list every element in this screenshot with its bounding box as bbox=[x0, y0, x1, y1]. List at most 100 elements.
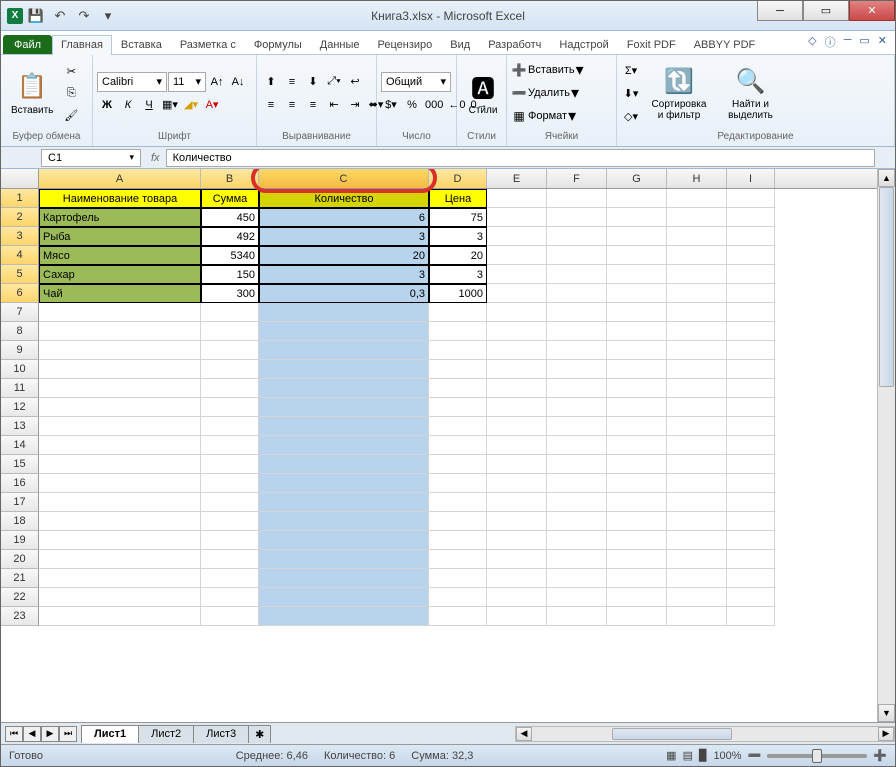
cell-B7[interactable] bbox=[201, 303, 259, 322]
row-header-9[interactable]: 9 bbox=[1, 341, 39, 360]
cell-E6[interactable] bbox=[487, 284, 547, 303]
col-header-I[interactable]: I bbox=[727, 169, 775, 188]
cell-E23[interactable] bbox=[487, 607, 547, 626]
font-color-button[interactable]: A▾ bbox=[202, 95, 222, 115]
cell-I8[interactable] bbox=[727, 322, 775, 341]
fill-color-button[interactable]: ◢▾ bbox=[181, 95, 201, 115]
cell-A9[interactable] bbox=[39, 341, 201, 360]
cell-D6[interactable]: 1000 bbox=[429, 284, 487, 303]
cell-F7[interactable] bbox=[547, 303, 607, 322]
doc-close-icon[interactable]: ✕ bbox=[878, 34, 887, 50]
cell-C23[interactable] bbox=[259, 607, 429, 626]
cell-H17[interactable] bbox=[667, 493, 727, 512]
cell-I18[interactable] bbox=[727, 512, 775, 531]
cell-B3[interactable]: 492 bbox=[201, 227, 259, 246]
cell-E11[interactable] bbox=[487, 379, 547, 398]
cell-A13[interactable] bbox=[39, 417, 201, 436]
horizontal-scrollbar[interactable]: ◀ ▶ bbox=[515, 726, 895, 742]
cell-I22[interactable] bbox=[727, 588, 775, 607]
cell-D8[interactable] bbox=[429, 322, 487, 341]
cell-C19[interactable] bbox=[259, 531, 429, 550]
cell-D1[interactable]: Цена bbox=[429, 189, 487, 208]
row-header-20[interactable]: 20 bbox=[1, 550, 39, 569]
cell-G2[interactable] bbox=[607, 208, 667, 227]
cell-H7[interactable] bbox=[667, 303, 727, 322]
zoom-out-button[interactable]: ➖ bbox=[748, 749, 762, 762]
cell-H2[interactable] bbox=[667, 208, 727, 227]
cell-F14[interactable] bbox=[547, 436, 607, 455]
cell-G22[interactable] bbox=[607, 588, 667, 607]
cell-A12[interactable] bbox=[39, 398, 201, 417]
vertical-scrollbar[interactable]: ▲ ▼ bbox=[877, 169, 895, 722]
cell-C1[interactable]: Количество bbox=[259, 189, 429, 208]
cell-G13[interactable] bbox=[607, 417, 667, 436]
cell-E15[interactable] bbox=[487, 455, 547, 474]
cell-F22[interactable] bbox=[547, 588, 607, 607]
cell-F6[interactable] bbox=[547, 284, 607, 303]
cell-E12[interactable] bbox=[487, 398, 547, 417]
row-header-13[interactable]: 13 bbox=[1, 417, 39, 436]
cell-D12[interactable] bbox=[429, 398, 487, 417]
cell-F1[interactable] bbox=[547, 189, 607, 208]
cell-D22[interactable] bbox=[429, 588, 487, 607]
cell-C12[interactable] bbox=[259, 398, 429, 417]
align-middle-button[interactable]: ≡ bbox=[282, 72, 302, 92]
cell-D11[interactable] bbox=[429, 379, 487, 398]
cells-delete-button[interactable]: ➖Удалить▾ bbox=[511, 83, 584, 103]
col-header-G[interactable]: G bbox=[607, 169, 667, 188]
tab-nav-first[interactable]: ⏮ bbox=[5, 726, 23, 742]
row-header-4[interactable]: 4 bbox=[1, 246, 39, 265]
tab-надстрой[interactable]: Надстрой bbox=[550, 35, 617, 54]
tab-вид[interactable]: Вид bbox=[441, 35, 479, 54]
cell-H11[interactable] bbox=[667, 379, 727, 398]
cell-I1[interactable] bbox=[727, 189, 775, 208]
cell-E14[interactable] bbox=[487, 436, 547, 455]
align-top-button[interactable]: ⬆ bbox=[261, 72, 281, 92]
cell-C15[interactable] bbox=[259, 455, 429, 474]
cell-E20[interactable] bbox=[487, 550, 547, 569]
col-header-F[interactable]: F bbox=[547, 169, 607, 188]
cell-H4[interactable] bbox=[667, 246, 727, 265]
new-sheet-button[interactable]: ✱ bbox=[248, 725, 271, 743]
cell-B4[interactable]: 5340 bbox=[201, 246, 259, 265]
cell-B6[interactable]: 300 bbox=[201, 284, 259, 303]
cell-H22[interactable] bbox=[667, 588, 727, 607]
row-header-22[interactable]: 22 bbox=[1, 588, 39, 607]
col-header-E[interactable]: E bbox=[487, 169, 547, 188]
cell-F23[interactable] bbox=[547, 607, 607, 626]
row-header-12[interactable]: 12 bbox=[1, 398, 39, 417]
cell-B16[interactable] bbox=[201, 474, 259, 493]
zoom-level[interactable]: 100% bbox=[713, 750, 741, 762]
row-header-7[interactable]: 7 bbox=[1, 303, 39, 322]
cell-E7[interactable] bbox=[487, 303, 547, 322]
cell-E10[interactable] bbox=[487, 360, 547, 379]
sheet-tab-Лист2[interactable]: Лист2 bbox=[138, 725, 194, 743]
col-header-A[interactable]: A bbox=[39, 169, 201, 188]
cell-I21[interactable] bbox=[727, 569, 775, 588]
cell-B18[interactable] bbox=[201, 512, 259, 531]
doc-restore-icon[interactable]: ▭ bbox=[859, 34, 869, 50]
row-header-1[interactable]: 1 bbox=[1, 189, 39, 208]
cell-I7[interactable] bbox=[727, 303, 775, 322]
cell-G19[interactable] bbox=[607, 531, 667, 550]
row-header-14[interactable]: 14 bbox=[1, 436, 39, 455]
cell-G20[interactable] bbox=[607, 550, 667, 569]
tab-рецензиро[interactable]: Рецензиро bbox=[369, 35, 442, 54]
cell-G8[interactable] bbox=[607, 322, 667, 341]
sheet-tab-Лист1[interactable]: Лист1 bbox=[81, 725, 139, 743]
cell-B20[interactable] bbox=[201, 550, 259, 569]
cell-D7[interactable] bbox=[429, 303, 487, 322]
percent-button[interactable]: % bbox=[402, 95, 422, 115]
cell-G7[interactable] bbox=[607, 303, 667, 322]
row-header-21[interactable]: 21 bbox=[1, 569, 39, 588]
cell-B22[interactable] bbox=[201, 588, 259, 607]
cell-B13[interactable] bbox=[201, 417, 259, 436]
close-button[interactable]: ✕ bbox=[849, 1, 895, 21]
zoom-slider[interactable] bbox=[767, 754, 867, 758]
cell-H10[interactable] bbox=[667, 360, 727, 379]
cell-A4[interactable]: Мясо bbox=[39, 246, 201, 265]
minimize-button[interactable]: ─ bbox=[757, 1, 803, 21]
indent-dec-button[interactable]: ⇤ bbox=[324, 95, 344, 115]
paste-button[interactable]: 📋 Вставить bbox=[5, 69, 59, 118]
row-header-15[interactable]: 15 bbox=[1, 455, 39, 474]
